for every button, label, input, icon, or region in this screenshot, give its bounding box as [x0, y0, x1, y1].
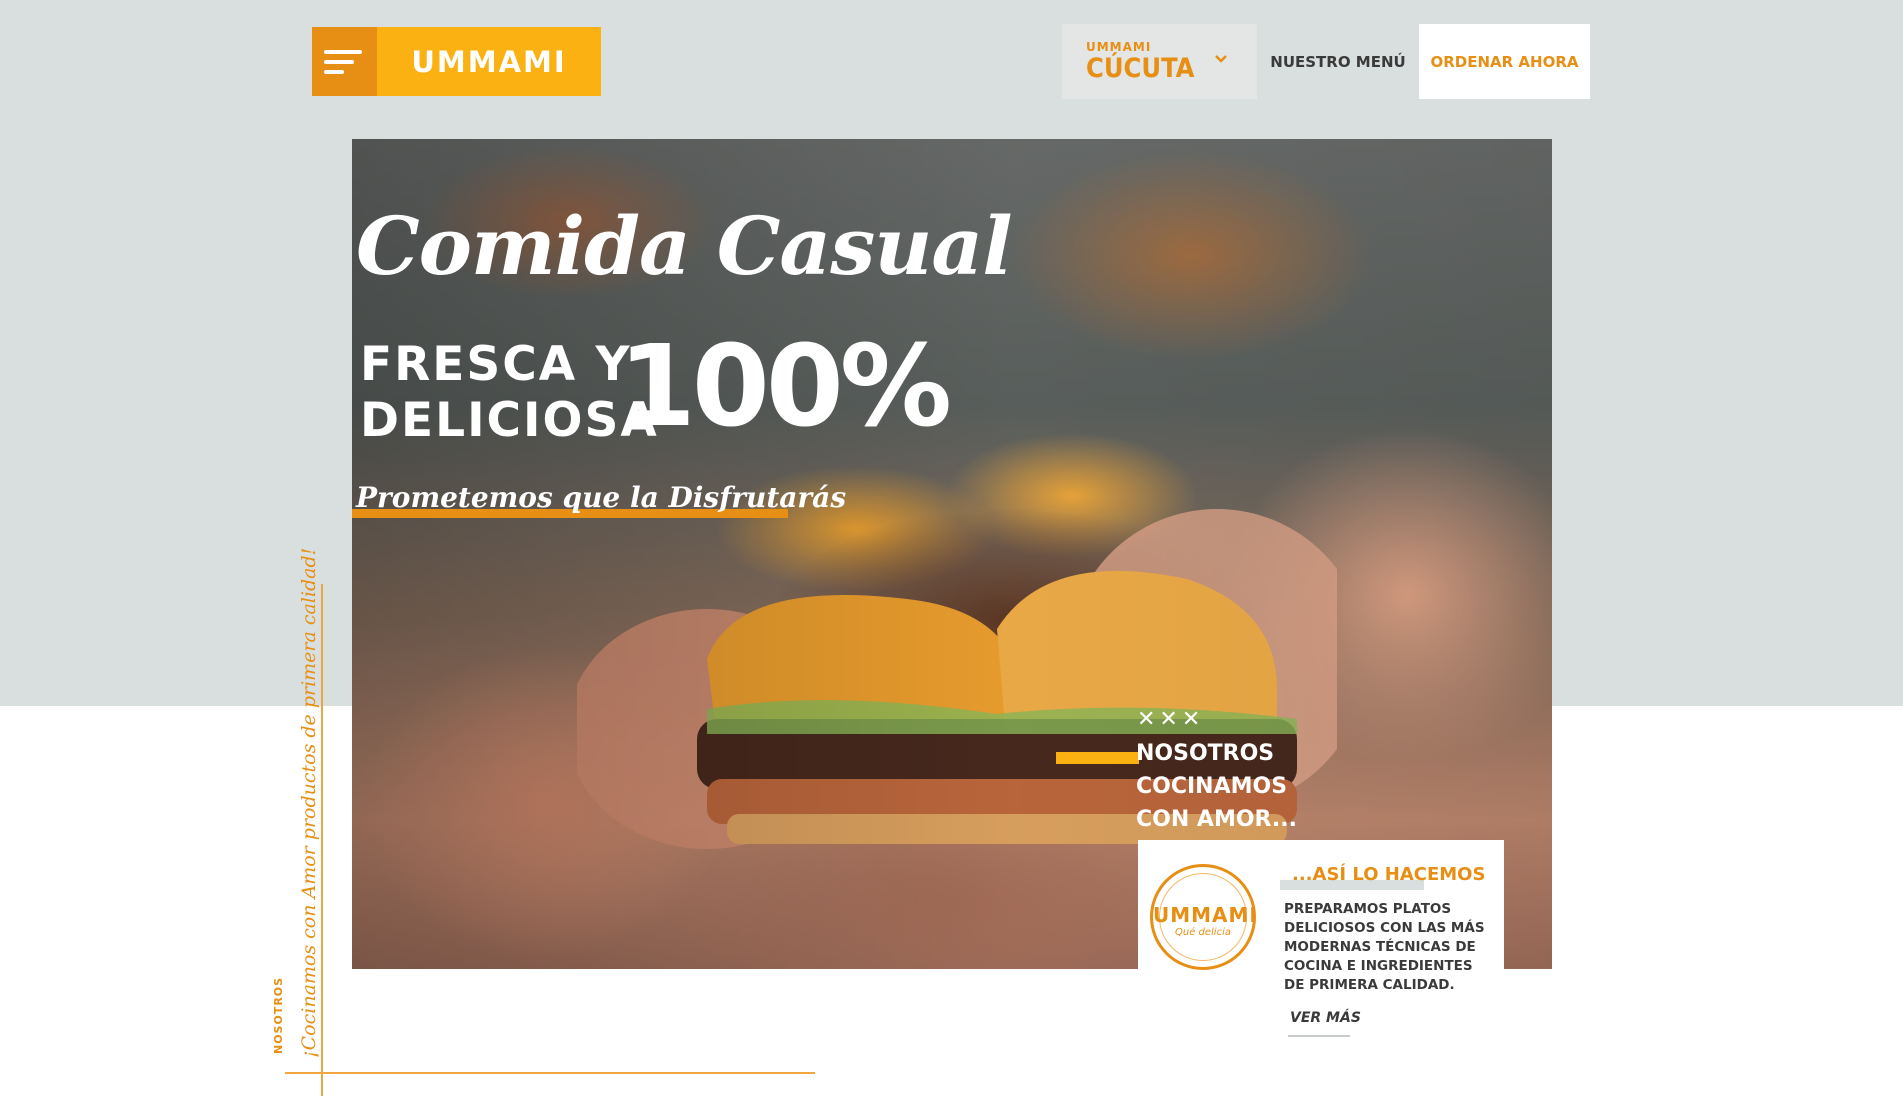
hero-subtitle: FRESCA Y DELICIOSA	[360, 337, 659, 449]
location-city: CÚCUTA	[1086, 53, 1195, 84]
card-body: PREPARAMOS PLATOS DELICIOSOS CON LAS MÁS…	[1284, 901, 1485, 993]
about-card: UMMAMI Qué delicia ...ASÍ LO HACEMOS PRE…	[1138, 840, 1504, 1010]
hero-line-2: DELICIOSA	[360, 393, 659, 448]
nosotros-title: NOSOTROS COCINAMOS CON AMOR...	[1136, 741, 1297, 832]
location-selector[interactable]: UMMAMI CÚCUTA	[1062, 24, 1257, 99]
nav-menu-link[interactable]: NUESTRO MENÚ	[1257, 24, 1419, 99]
hero-title: Comida Casual	[356, 199, 1013, 293]
logo-text[interactable]: UMMAMI	[377, 27, 601, 96]
hamburger-menu-icon[interactable]	[312, 27, 377, 96]
side-horizontal-line	[285, 1072, 815, 1074]
ver-mas-underline	[1288, 1035, 1350, 1037]
card-title: ...ASÍ LO HACEMOS	[1292, 864, 1486, 885]
ver-mas-link[interactable]: VER MÁS	[1290, 1010, 1361, 1026]
hero-promise: Prometemos que la Disfrutarás	[356, 481, 847, 514]
nav-order-button[interactable]: ORDENAR AHORA	[1419, 24, 1590, 99]
nosotros-accent-bar	[1056, 752, 1139, 764]
hero-percent: 100%	[618, 322, 952, 452]
badge-text: UMMAMI	[1153, 903, 1258, 927]
ummami-badge-logo: UMMAMI Qué delicia	[1150, 864, 1258, 970]
side-vertical-line	[321, 584, 323, 1096]
hero-line-1: FRESCA Y	[360, 337, 632, 392]
utensils-icon: ✕✕✕	[1137, 707, 1205, 732]
top-nav: UMMAMI CÚCUTA NUESTRO MENÚ ORDENAR AHORA	[1062, 24, 1590, 99]
chevron-down-icon[interactable]	[1213, 51, 1229, 67]
location-brand-label: UMMAMI	[1086, 40, 1152, 54]
side-tagline: ¡Cocinamos con Amor productos de primera…	[298, 547, 320, 1058]
brand-logo[interactable]: UMMAMI	[312, 27, 601, 96]
badge-subtext: Qué delicia	[1174, 927, 1231, 938]
side-section-label: NOSOTROS	[272, 976, 285, 1054]
